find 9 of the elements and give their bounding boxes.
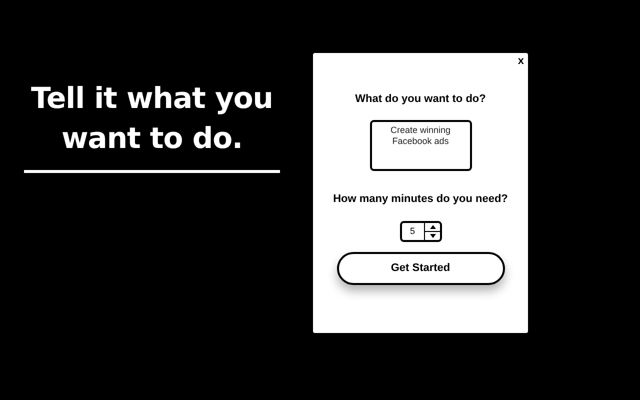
headline: Tell it what you want to do. bbox=[30, 80, 274, 157]
close-button[interactable]: x bbox=[518, 54, 524, 68]
minutes-value: 5 bbox=[408, 224, 416, 238]
task-question: What do you want to do? bbox=[355, 92, 486, 107]
minutes-number-field[interactable]: 5 bbox=[400, 221, 442, 242]
get-started-button[interactable]: Get Started bbox=[336, 252, 504, 285]
spinner-arrows-icon[interactable] bbox=[424, 223, 440, 240]
task-input-field[interactable]: Create winning Facebook ads bbox=[370, 120, 472, 170]
minutes-question: How many minutes do you need? bbox=[333, 192, 508, 206]
